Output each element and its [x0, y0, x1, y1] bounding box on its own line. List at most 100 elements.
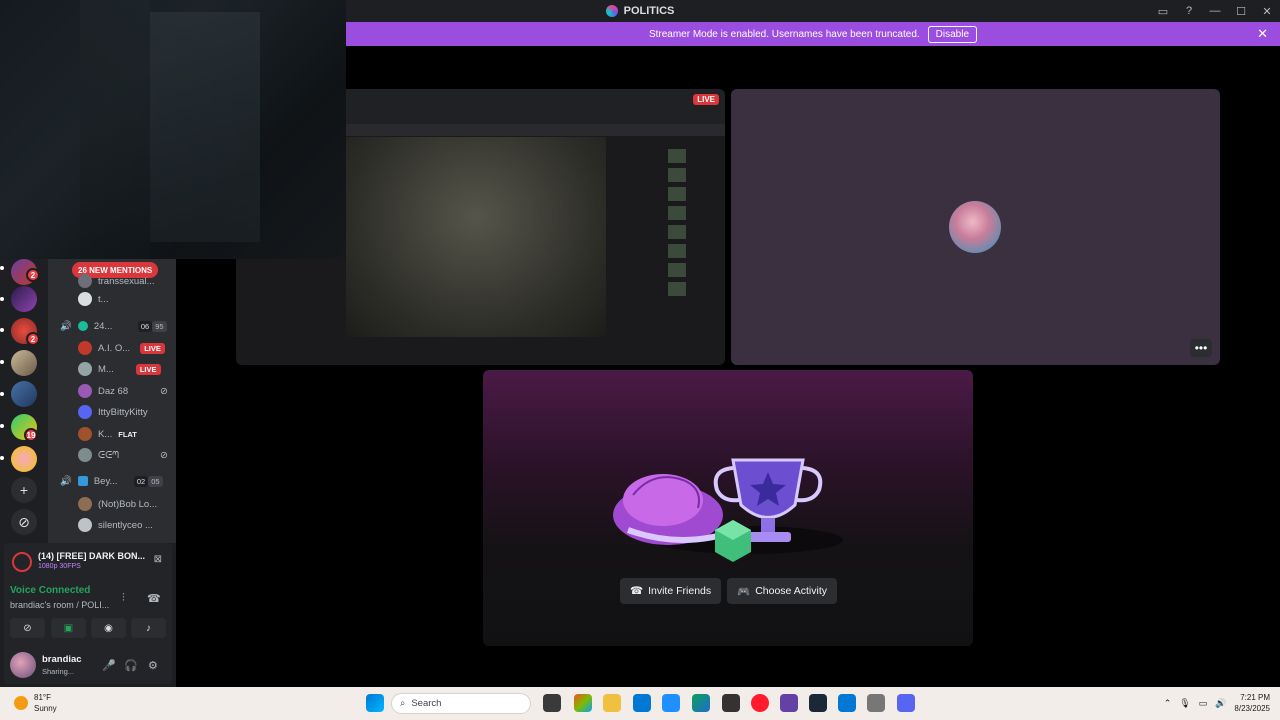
voice-member[interactable]: transsexual... [48, 271, 176, 291]
avatar[interactable] [10, 652, 36, 678]
steam-icon[interactable] [809, 694, 827, 712]
speaker-icon: 🔊 [60, 475, 72, 487]
participant-tile[interactable]: ••• [731, 89, 1220, 365]
live-badge: LIVE [140, 342, 165, 354]
disconnect-icon[interactable]: ☎ [147, 592, 161, 605]
member-name: ᕮᕮᘉ [98, 449, 119, 461]
minimize-button[interactable]: — [1202, 0, 1228, 22]
server-icon[interactable] [11, 350, 37, 376]
system-tray: ⌃ 🎙 ▭ 🔊 7:21 PM 8/23/2025 [1164, 692, 1270, 714]
invite-friends-label: Invite Friends [648, 585, 712, 597]
windows-taskbar: 81°F Sunny ⌕ Search ⌃ 🎙 ▭ 🔊 7:21 PM 8/23… [0, 687, 1280, 720]
voice-member[interactable]: t... [48, 289, 176, 309]
discord-icon[interactable] [897, 694, 915, 712]
voice-member[interactable]: silentlyceo ... [48, 515, 176, 535]
gear-icon[interactable]: ⚙ [148, 659, 158, 672]
server-icon[interactable] [11, 381, 37, 407]
discord-window: POLITICS ▭ ? — ☐ ✕ Streamer Mode is enab… [0, 0, 1280, 720]
stream-status[interactable]: (14) [FREE] DARK BON... 1080p 30FPS ⊠ [10, 549, 166, 575]
live-badge: LIVE [135, 363, 161, 375]
microphone-icon[interactable]: 🎤 [102, 659, 116, 672]
more-options-icon[interactable]: ••• [1190, 339, 1212, 357]
disable-streamer-mode-button[interactable]: Disable [927, 25, 978, 43]
camera-off-icon: ⊘ [23, 622, 32, 634]
add-server-icon[interactable]: + [11, 477, 37, 503]
clock[interactable]: 7:21 PM 8/23/2025 [1234, 692, 1270, 714]
camera-toggle-button[interactable]: ⊘ [10, 618, 45, 638]
voice-member[interactable]: K... FLAT [48, 424, 176, 444]
stop-stream-icon[interactable]: ⊠ [154, 554, 162, 565]
member-avatar [78, 518, 92, 532]
trophy-illustration [613, 458, 843, 562]
choose-activity-button[interactable]: 🎮 Choose Activity [727, 578, 837, 604]
voice-member[interactable]: Daz 68 ⊘ [48, 381, 176, 401]
speaker-icon: 🔊 [60, 320, 72, 332]
voice-panel: (14) [FREE] DARK BON... 1080p 30FPS ⊠ Vo… [4, 543, 172, 684]
microphone-icon[interactable]: 🎙 [1179, 698, 1190, 709]
activities-button[interactable]: ◉ [91, 618, 126, 638]
unread-pill [0, 392, 4, 396]
member-name: silentlyceo ... [98, 519, 153, 531]
opera-icon[interactable] [751, 694, 769, 712]
voice-member[interactable]: ᕮᕮᘉ ⊘ [48, 445, 176, 465]
store-icon[interactable] [662, 694, 680, 712]
unread-pill [0, 456, 4, 460]
title-bar-controls: ▭ ? — ☐ ✕ [1150, 0, 1280, 22]
search-input[interactable]: ⌕ Search [391, 693, 531, 714]
voice-member[interactable]: A.I. O... LIVE [48, 338, 176, 358]
copilot-icon[interactable] [574, 694, 592, 712]
server-icon[interactable] [11, 286, 37, 312]
close-window-button[interactable]: ✕ [1254, 0, 1280, 22]
app-icon[interactable] [838, 694, 856, 712]
inbox-icon[interactable]: ▭ [1150, 0, 1176, 22]
channel-sidebar: 26 NEW MENTIONS transsexual... t... 🔊 24… [48, 259, 176, 543]
member-avatar [78, 274, 92, 288]
obs-icon[interactable] [722, 694, 740, 712]
member-name: Daz 68 [98, 385, 129, 397]
member-name: (Not)Bob Lo... [98, 498, 158, 510]
soundboard-icon: ♪ [146, 622, 151, 634]
user-area: brandiac Sharing... 🎤 🎧 ⚙ [4, 648, 172, 684]
voice-room-name[interactable]: brandiac's room / POLI... [10, 600, 114, 610]
screen-share-button[interactable]: ▣ [51, 618, 86, 638]
sun-icon [14, 696, 28, 710]
channel-name: Bey... [93, 475, 118, 487]
stream-title: (14) [FREE] DARK BON... [38, 551, 146, 561]
choose-activity-label: Choose Activity [755, 585, 827, 597]
explore-icon[interactable]: ⊘ [11, 509, 37, 535]
task-view-icon[interactable] [543, 694, 561, 712]
chevron-up-icon[interactable]: ⌃ [1164, 698, 1172, 709]
voice-channel[interactable]: 🔊 24... 06 95 [48, 316, 176, 336]
soundboard-button[interactable]: ♪ [131, 618, 166, 638]
member-avatar [78, 497, 92, 511]
maximize-button[interactable]: ☐ [1228, 0, 1254, 22]
outlook-icon[interactable] [633, 694, 651, 712]
headphones-icon[interactable]: 🎧 [124, 659, 138, 672]
noise-suppression-icon[interactable]: ⫶ [122, 592, 125, 605]
unread-pill [0, 424, 4, 428]
invite-friends-button[interactable]: ☎ Invite Friends [620, 578, 722, 604]
server-badge: 19 [24, 428, 38, 442]
voice-member[interactable]: (Not)Bob Lo... [48, 494, 176, 514]
settings-icon[interactable] [867, 694, 885, 712]
start-icon[interactable] [366, 694, 384, 712]
member-avatar [78, 292, 92, 306]
edge-icon[interactable] [692, 694, 710, 712]
app-icon[interactable] [780, 694, 798, 712]
webcam-overlay [0, 0, 346, 259]
volume-icon[interactable]: 🔊 [1215, 698, 1226, 709]
user-status: Sharing... [42, 667, 75, 676]
file-explorer-icon[interactable] [603, 694, 621, 712]
voice-channel[interactable]: 🔊 Bey... 02 05 [48, 471, 176, 491]
window-title: POLITICS [605, 5, 674, 17]
voice-member[interactable]: M... LIVE [48, 359, 176, 379]
voice-connected-status[interactable]: Voice Connected [10, 585, 90, 596]
member-avatar [78, 384, 92, 398]
member-name: M... [98, 363, 114, 375]
help-icon[interactable]: ? [1176, 0, 1202, 22]
display-icon[interactable]: ▭ [1199, 698, 1208, 709]
close-icon[interactable]: ✕ [1257, 26, 1268, 42]
server-icon[interactable] [11, 446, 37, 472]
voice-member[interactable]: IttyBittyKitty [48, 402, 176, 422]
weather-widget[interactable]: 81°F Sunny [14, 692, 57, 714]
